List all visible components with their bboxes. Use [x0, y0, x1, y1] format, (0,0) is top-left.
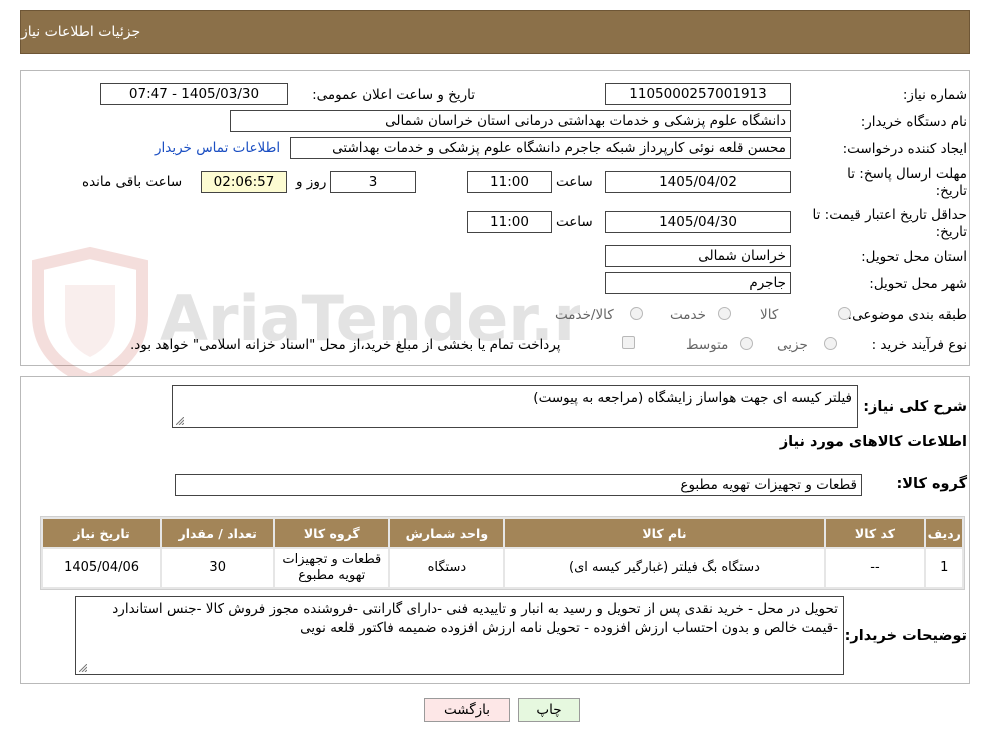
cell-unit: دستگاه [390, 549, 504, 587]
cell-group: قطعات و تجهیزات تهویه مطبوع [275, 549, 389, 587]
need-number-label: شماره نیاز: [902, 87, 967, 103]
resize-grip-icon[interactable] [79, 664, 87, 672]
process-label: نوع فرآیند خرید : [871, 337, 967, 353]
cell-code: -- [825, 549, 925, 587]
category-option-goods: کالا [760, 307, 779, 323]
process-radio-medium[interactable] [740, 337, 753, 350]
deadline-time-label: ساعت [556, 174, 593, 190]
summary-field[interactable]: فیلتر کیسه ای جهت هواساز زایشگاه (مراجعه… [172, 385, 858, 428]
page-header: جزئیات اطلاعات نیاز [20, 10, 970, 54]
category-label: طبقه بندی موضوعی: [847, 307, 967, 323]
col-header-row: ردیف [926, 519, 962, 547]
city-label: شهر محل تحویل: [869, 276, 967, 292]
col-header-date: تاریخ نیاز [43, 519, 161, 547]
days-remaining-field: 3 [330, 171, 416, 193]
process-option-medium: متوسط [686, 337, 729, 353]
city-field: جاجرم [605, 272, 791, 294]
category-radio-service[interactable] [718, 307, 731, 320]
col-header-group: گروه کالا [275, 519, 389, 547]
cell-row: 1 [926, 549, 962, 587]
validity-label-2: تاریخ: [935, 224, 967, 240]
goods-group-field: قطعات و تجهیزات تهویه مطبوع [175, 474, 862, 496]
col-header-unit: واحد شمارش [390, 519, 504, 547]
buyer-notes-label: توضیحات خریدار: [844, 628, 967, 644]
validity-time-label: ساعت [556, 214, 593, 230]
announce-label: تاریخ و ساعت اعلان عمومی: [312, 87, 475, 103]
announce-field: 1405/03/30 - 07:47 [100, 83, 288, 105]
page-title: جزئیات اطلاعات نیاز [21, 24, 141, 40]
deadline-time-field: 11:00 [467, 171, 552, 193]
process-radio-minor[interactable] [824, 337, 837, 350]
category-option-goods-service: کالا/خدمت [555, 307, 614, 323]
resize-grip-icon[interactable] [176, 417, 184, 425]
need-number-field: 1105000257001913 [605, 83, 791, 105]
buyer-label: نام دستگاه خریدار: [860, 114, 967, 130]
cell-qty: 30 [162, 549, 274, 587]
remaining-time-field: 02:06:57 [201, 171, 287, 193]
col-header-name: نام کالا [505, 519, 824, 547]
treasury-note: پرداخت تمام یا بخشی از مبلغ خرید،از محل … [130, 337, 561, 353]
goods-table: ردیف کد کالا نام کالا واحد شمارش گروه کا… [40, 516, 965, 590]
deadline-label: مهلت ارسال پاسخ: تا [847, 166, 967, 182]
creator-label: ایجاد کننده درخواست: [842, 141, 967, 157]
days-label: روز و [296, 174, 327, 190]
province-field: خراسان شمالی [605, 245, 791, 267]
summary-label: شرح کلی نیاز: [863, 399, 967, 415]
category-option-service: خدمت [670, 307, 706, 323]
goods-section-title: اطلاعات کالاهای مورد نیاز [779, 434, 967, 450]
col-header-code: کد کالا [825, 519, 925, 547]
buyer-notes-text: تحویل در محل - خرید نقدی پس از تحویل و ر… [112, 601, 838, 636]
validity-time-field: 11:00 [467, 211, 552, 233]
goods-group-label: گروه کالا: [896, 476, 967, 492]
buyer-field: دانشگاه علوم پزشکی و خدمات بهداشتی درمان… [230, 110, 791, 132]
validity-date-field: 1405/04/30 [605, 211, 791, 233]
back-button[interactable]: بازگشت [424, 698, 510, 722]
summary-text: فیلتر کیسه ای جهت هواساز زایشگاه (مراجعه… [533, 390, 852, 406]
remaining-time-label: ساعت باقی مانده [82, 174, 183, 190]
deadline-date-field: 1405/04/02 [605, 171, 791, 193]
print-button[interactable]: چاپ [518, 698, 580, 722]
deadline-label-2: تاریخ: [935, 183, 967, 199]
table-header-row: ردیف کد کالا نام کالا واحد شمارش گروه کا… [43, 519, 962, 547]
validity-label: حداقل تاریخ اعتبار قیمت: تا [812, 207, 967, 223]
category-radio-goods[interactable] [838, 307, 851, 320]
province-label: استان محل تحویل: [861, 249, 967, 265]
table-row: 1 -- دستگاه بگ فیلتر (غبارگیر کیسه ای) د… [43, 549, 962, 587]
process-option-minor: جزیی [777, 337, 808, 353]
cell-date: 1405/04/06 [43, 549, 161, 587]
contact-buyer-link[interactable]: اطلاعات تماس خریدار [155, 140, 280, 156]
col-header-qty: تعداد / مقدار [162, 519, 274, 547]
category-radio-goods-service[interactable] [630, 307, 643, 320]
treasury-checkbox[interactable] [622, 336, 635, 349]
cell-name: دستگاه بگ فیلتر (غبارگیر کیسه ای) [505, 549, 824, 587]
buyer-notes-field[interactable]: تحویل در محل - خرید نقدی پس از تحویل و ر… [75, 596, 844, 675]
creator-field: محسن قلعه نوئی کارپرداز شبکه جاجرم دانشگ… [290, 137, 791, 159]
